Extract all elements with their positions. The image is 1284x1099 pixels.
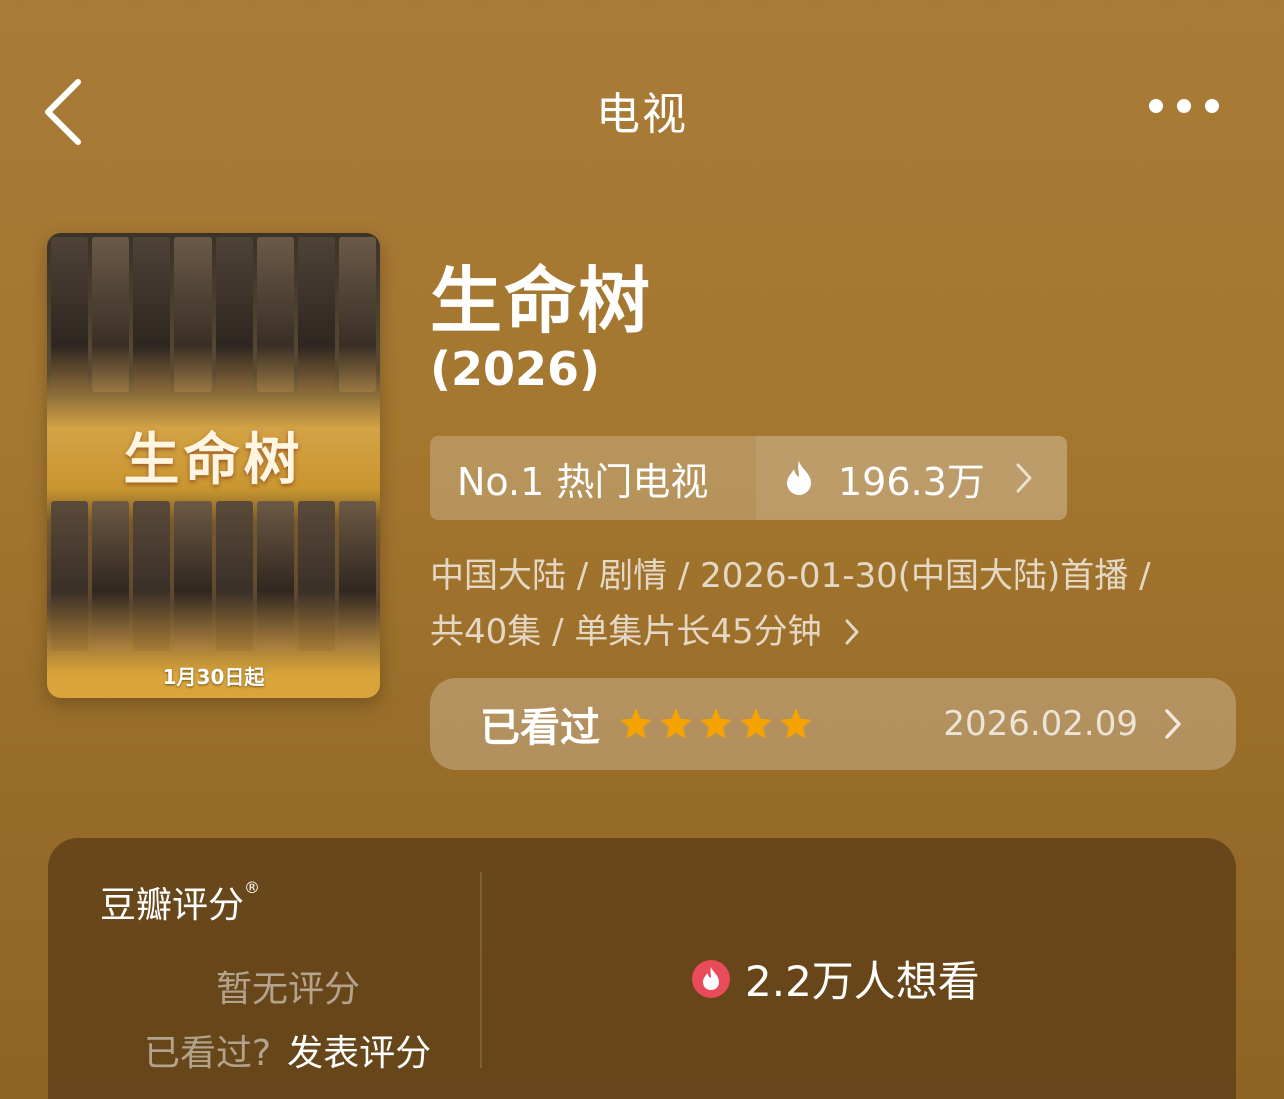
no-score-text: 暂无评分 — [216, 969, 361, 1010]
chevron-right-icon — [1165, 709, 1181, 739]
douban-score-label: 豆瓣评分® — [100, 876, 260, 928]
rate-prompt: 已看过? 发表评分 — [144, 1024, 431, 1076]
panel-divider — [480, 872, 482, 1068]
chevron-right-icon — [845, 619, 859, 645]
heat-count: 196.3万 — [838, 459, 985, 504]
top-nav-bar: 电视 — [0, 60, 1284, 150]
star-icon — [740, 708, 772, 739]
watched-label: 已看过 — [480, 705, 600, 751]
poster-image[interactable]: 生命树 1月30日起 — [47, 233, 380, 698]
star-icon — [620, 708, 652, 739]
page-title: 电视 — [596, 89, 688, 140]
star-icon — [660, 708, 692, 739]
post-rating-link[interactable]: 发表评分 — [287, 1033, 431, 1074]
rank-label: No.1 热门电视 — [457, 459, 709, 504]
meta-line-2-text: 共40集 / 单集片长45分钟 — [430, 612, 822, 652]
rate-question: 已看过? — [144, 1033, 272, 1074]
watched-date: 2026.02.09 — [943, 704, 1138, 744]
star-icon — [700, 708, 732, 739]
want-count-text: 2.2万人想看 — [745, 957, 980, 1006]
ranking-bar: No.1 热门电视 196.3万 — [430, 436, 1067, 520]
watched-status-bar[interactable]: 已看过 2026.02.09 — [430, 678, 1236, 770]
more-dot-icon — [1149, 99, 1163, 113]
poster-cast-row-top — [51, 237, 376, 392]
meta-line-2: 共40集 / 单集片长45分钟 — [430, 604, 1250, 660]
show-title: 生命树 — [430, 259, 653, 343]
score-label-text: 豆瓣评分 — [100, 885, 245, 926]
meta-line-1: 中国大陆 / 剧情 / 2026-01-30(中国大陆)首播 / — [430, 556, 1151, 596]
show-year: (2026) — [430, 342, 601, 396]
poster-title-art: 生命树 — [123, 427, 304, 493]
more-dot-icon — [1205, 99, 1219, 113]
more-dot-icon — [1177, 99, 1191, 113]
show-meta-info[interactable]: 中国大陆 / 剧情 / 2026-01-30(中国大陆)首播 / 共40集 / … — [430, 548, 1250, 660]
user-star-rating — [618, 706, 814, 742]
poster-cast-row-bottom — [51, 501, 376, 651]
heat-button[interactable]: 196.3万 — [756, 436, 1067, 520]
more-options-button[interactable] — [1144, 92, 1224, 120]
flame-badge-icon — [692, 959, 730, 998]
poster-date-text: 1月30日起 — [162, 665, 265, 689]
chevron-right-icon — [1016, 463, 1032, 493]
star-icon — [780, 708, 812, 739]
rating-panel: 豆瓣评分® 暂无评分 已看过? 发表评分 2.2万人想看 — [48, 838, 1236, 1099]
flame-icon — [787, 461, 811, 495]
rank-label-button[interactable]: No.1 热门电视 — [430, 436, 756, 520]
want-to-watch-count[interactable]: 2.2万人想看 — [691, 948, 980, 1009]
registered-mark: ® — [244, 878, 261, 897]
